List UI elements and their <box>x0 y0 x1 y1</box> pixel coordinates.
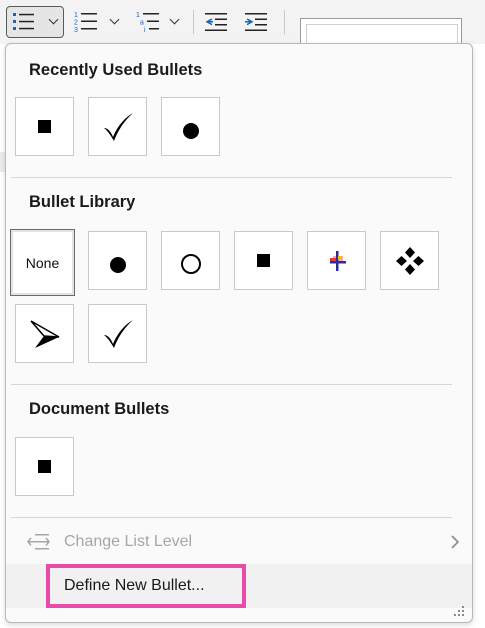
library-colorful-square-bullet[interactable] <box>307 231 366 290</box>
multilevel-list-split-button[interactable]: 1 a i <box>134 6 184 38</box>
library-checkmark-bullet[interactable] <box>88 304 147 363</box>
svg-text:3: 3 <box>74 27 78 33</box>
checkmark-icon <box>103 319 133 348</box>
increase-indent-button[interactable] <box>244 6 270 38</box>
svg-text:1: 1 <box>136 12 140 19</box>
numbering-split-button[interactable]: 1 2 3 <box>72 6 122 38</box>
library-none-bullet[interactable]: None <box>10 229 75 296</box>
change-level-icon <box>27 534 50 550</box>
library-arrowhead-bullet[interactable] <box>15 304 74 363</box>
recent-black-square-bullet[interactable] <box>15 97 74 156</box>
svg-text:a: a <box>140 20 144 27</box>
ribbon-separator <box>193 10 194 34</box>
library-black-square-bullet[interactable] <box>234 231 293 290</box>
arrowhead-icon <box>29 319 59 348</box>
library-black-circle-bullet[interactable] <box>88 231 147 290</box>
checkmark-icon <box>103 112 133 141</box>
four-diamond-icon <box>395 246 424 275</box>
chevron-down-icon[interactable] <box>48 14 59 25</box>
multilevel-list-icon: 1 a i <box>136 11 162 38</box>
recent-checkmark-bullet[interactable] <box>88 97 147 156</box>
svg-text:1: 1 <box>74 12 78 19</box>
black-circle-icon <box>109 256 126 273</box>
change-list-level-item[interactable]: Change List Level <box>6 520 472 564</box>
section-divider <box>11 384 452 385</box>
colorful-square-icon <box>329 250 346 271</box>
chevron-down-icon[interactable] <box>109 14 120 25</box>
section-divider <box>11 177 452 178</box>
black-square-icon <box>38 120 51 133</box>
black-square-icon <box>38 460 51 473</box>
change-list-level-label: Change List Level <box>64 533 193 550</box>
define-new-bullet-highlight <box>46 564 246 608</box>
bullet-library-title: Bullet Library <box>29 193 136 211</box>
black-circle-icon <box>182 122 199 139</box>
decrease-indent-button[interactable] <box>204 6 230 38</box>
bullets-dropdown-panel: Recently Used Bullets Bullet Library Non… <box>5 43 473 623</box>
library-four-diamond-bullet[interactable] <box>380 231 439 290</box>
chevron-right-icon <box>451 535 460 549</box>
black-square-icon <box>257 254 270 267</box>
document-bullets-title: Document Bullets <box>29 400 170 418</box>
bulleted-list-icon <box>12 12 36 37</box>
svg-text:i: i <box>144 27 146 33</box>
bullets-split-button[interactable] <box>6 6 64 38</box>
none-label: None <box>25 254 60 271</box>
resize-grip-icon[interactable] <box>454 606 466 618</box>
library-hollow-circle-bullet[interactable] <box>161 231 220 290</box>
svg-text:2: 2 <box>74 20 78 27</box>
decrease-indent-icon <box>204 13 228 36</box>
section-divider <box>11 517 452 518</box>
chevron-down-icon[interactable] <box>169 14 180 25</box>
hollow-circle-icon <box>180 253 201 274</box>
increase-indent-icon <box>244 13 268 36</box>
recent-black-circle-bullet[interactable] <box>161 97 220 156</box>
document-black-square-bullet[interactable] <box>15 437 74 496</box>
recently-used-title: Recently Used Bullets <box>29 61 203 79</box>
numbered-list-icon: 1 2 3 <box>74 11 100 38</box>
ribbon-separator <box>284 10 285 34</box>
